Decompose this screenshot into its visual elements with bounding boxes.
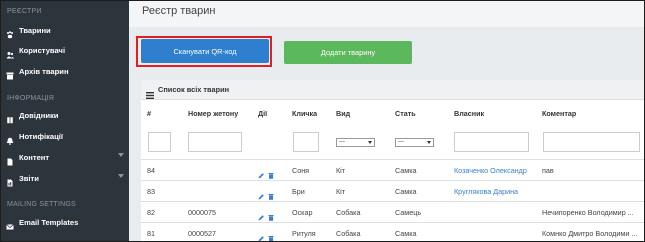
cell-species: Кіт (336, 166, 346, 175)
edit-icon[interactable] (258, 166, 264, 179)
sidebar-section-mailing: MAILING SETTINGS (7, 201, 76, 208)
report-icon (6, 174, 14, 187)
sidebar-item-label: Email Templates (19, 217, 79, 227)
filter-species-select[interactable]: --- (336, 138, 375, 147)
page-header: Реєстр тварин (129, 1, 644, 27)
sidebar-section-information: ІНФОРМАЦІЯ (7, 95, 55, 102)
sidebar-item-label: Довідники (19, 110, 59, 120)
column-header-actions: Дії (258, 109, 268, 118)
column-header-token[interactable]: Номер жетону (188, 109, 238, 118)
scan-qr-button[interactable]: Сканувати QR-код (141, 39, 269, 63)
owner-link[interactable]: Круглякова Дарина (454, 187, 518, 196)
owner-link[interactable]: Козаченко Олександр (454, 166, 527, 175)
edit-icon[interactable] (258, 208, 264, 221)
paw-icon (6, 26, 14, 39)
book-icon (6, 111, 14, 124)
bell-icon (6, 132, 14, 145)
edit-icon[interactable] (258, 229, 264, 241)
cell-id: 82 (147, 208, 155, 217)
sidebar-item-content[interactable]: Контент (1, 148, 129, 166)
edit-icon[interactable] (258, 187, 264, 200)
cell-species: Кіт (336, 187, 346, 196)
column-header-sex[interactable]: Стать (395, 109, 416, 118)
delete-icon[interactable] (268, 166, 274, 179)
delete-icon[interactable] (268, 229, 274, 241)
table-row[interactable]: 81 0000527 Ритуля Собака Самка Комнко Дм… (141, 222, 644, 241)
filter-sex-select[interactable]: --- (395, 138, 434, 147)
sidebar-item-animals[interactable]: Тварини (1, 21, 129, 39)
filter-sex-value: --- (398, 139, 404, 145)
page-title: Реєстр тварин (142, 5, 216, 17)
table-row[interactable]: 84 Соня Кіт Самка Козаченко Олександр па… (141, 159, 644, 181)
cell-species: Собака (336, 208, 361, 217)
sidebar-item-label: Контент (19, 152, 50, 162)
table-row[interactable]: 82 0000075 Оскар Собака Самець Нечипорен… (141, 201, 644, 223)
chevron-down-icon (118, 174, 124, 178)
chevron-down-icon (118, 153, 124, 157)
sidebar-section-registries: РЕЄСТРИ (7, 8, 42, 15)
column-header-name[interactable]: Кличка (292, 109, 317, 118)
cell-name: Бри (292, 187, 305, 196)
document-icon (6, 153, 14, 166)
sidebar: РЕЄСТРИ Тварини Користувачі Архів тварин… (1, 1, 129, 241)
sidebar-item-label: Тварини (19, 25, 51, 35)
cell-name: Ритуля (292, 229, 316, 238)
column-header-number[interactable]: # (147, 109, 151, 118)
filter-species-value: --- (339, 139, 345, 145)
delete-icon[interactable] (268, 208, 274, 221)
cell-comment: пав (542, 166, 554, 175)
add-animal-button[interactable]: Додати тварину (284, 41, 412, 64)
app-window: РЕЄСТРИ Тварини Користувачі Архів тварин… (0, 0, 645, 242)
filter-comment-input[interactable] (543, 132, 640, 152)
cell-sex: Самка (395, 166, 417, 175)
cell-id: 83 (147, 187, 155, 196)
filter-name-input[interactable] (293, 132, 319, 152)
sidebar-item-reports[interactable]: Звіти (1, 169, 129, 187)
cell-sex: Самка (395, 229, 417, 238)
panel-title: Список всіх тварин (158, 85, 230, 94)
panel-header: Список всіх тварин (141, 80, 644, 100)
table-row[interactable]: 83 Бри Кіт Самка Круглякова Дарина (141, 180, 644, 202)
cell-name: Соня (292, 166, 310, 175)
sidebar-item-label: Звіти (19, 173, 39, 183)
filter-number-input[interactable] (148, 132, 171, 152)
sidebar-item-directories[interactable]: Довідники (1, 106, 129, 124)
cell-token: 0000075 (188, 208, 216, 217)
cell-species: Собака (336, 229, 361, 238)
filter-token-input[interactable] (188, 132, 242, 152)
column-header-species[interactable]: Вид (336, 109, 350, 118)
envelope-icon (6, 218, 14, 230)
cell-id: 81 (147, 229, 155, 238)
animals-panel: Список всіх тварин # Номер жетону Дії Кл… (141, 80, 644, 241)
sidebar-item-animal-archive[interactable]: Архів тварин (1, 62, 129, 80)
cell-sex: Самець (395, 208, 422, 217)
cell-id: 84 (147, 166, 155, 175)
cell-sex: Самка (395, 187, 417, 196)
cell-comment: Нечипоренко Володимир ... (542, 208, 634, 217)
sidebar-item-label: Архів тварин (19, 66, 69, 76)
sidebar-item-label: Нотифікації (19, 131, 64, 141)
filter-owner-input[interactable] (454, 132, 529, 152)
list-icon (146, 86, 154, 99)
sidebar-item-label: Користувачі (19, 45, 66, 55)
column-header-owner[interactable]: Власник (454, 109, 484, 118)
cell-name: Оскар (292, 208, 313, 217)
users-icon (6, 46, 14, 59)
cell-comment: Комнко Дмитро Володими ... (542, 229, 638, 238)
chevron-down-icon (427, 141, 431, 144)
archive-icon (6, 67, 14, 80)
sidebar-item-email-templates[interactable]: Email Templates (1, 213, 129, 231)
cell-token: 0000527 (188, 229, 216, 238)
delete-icon[interactable] (268, 187, 274, 200)
sidebar-item-notifications[interactable]: Нотифікації (1, 127, 129, 145)
main-content: Реєстр тварин Сканувати QR-код Додати тв… (129, 1, 644, 241)
chevron-down-icon (368, 141, 372, 144)
column-header-comment[interactable]: Коментар (542, 109, 576, 118)
sidebar-item-users[interactable]: Користувачі (1, 41, 129, 59)
